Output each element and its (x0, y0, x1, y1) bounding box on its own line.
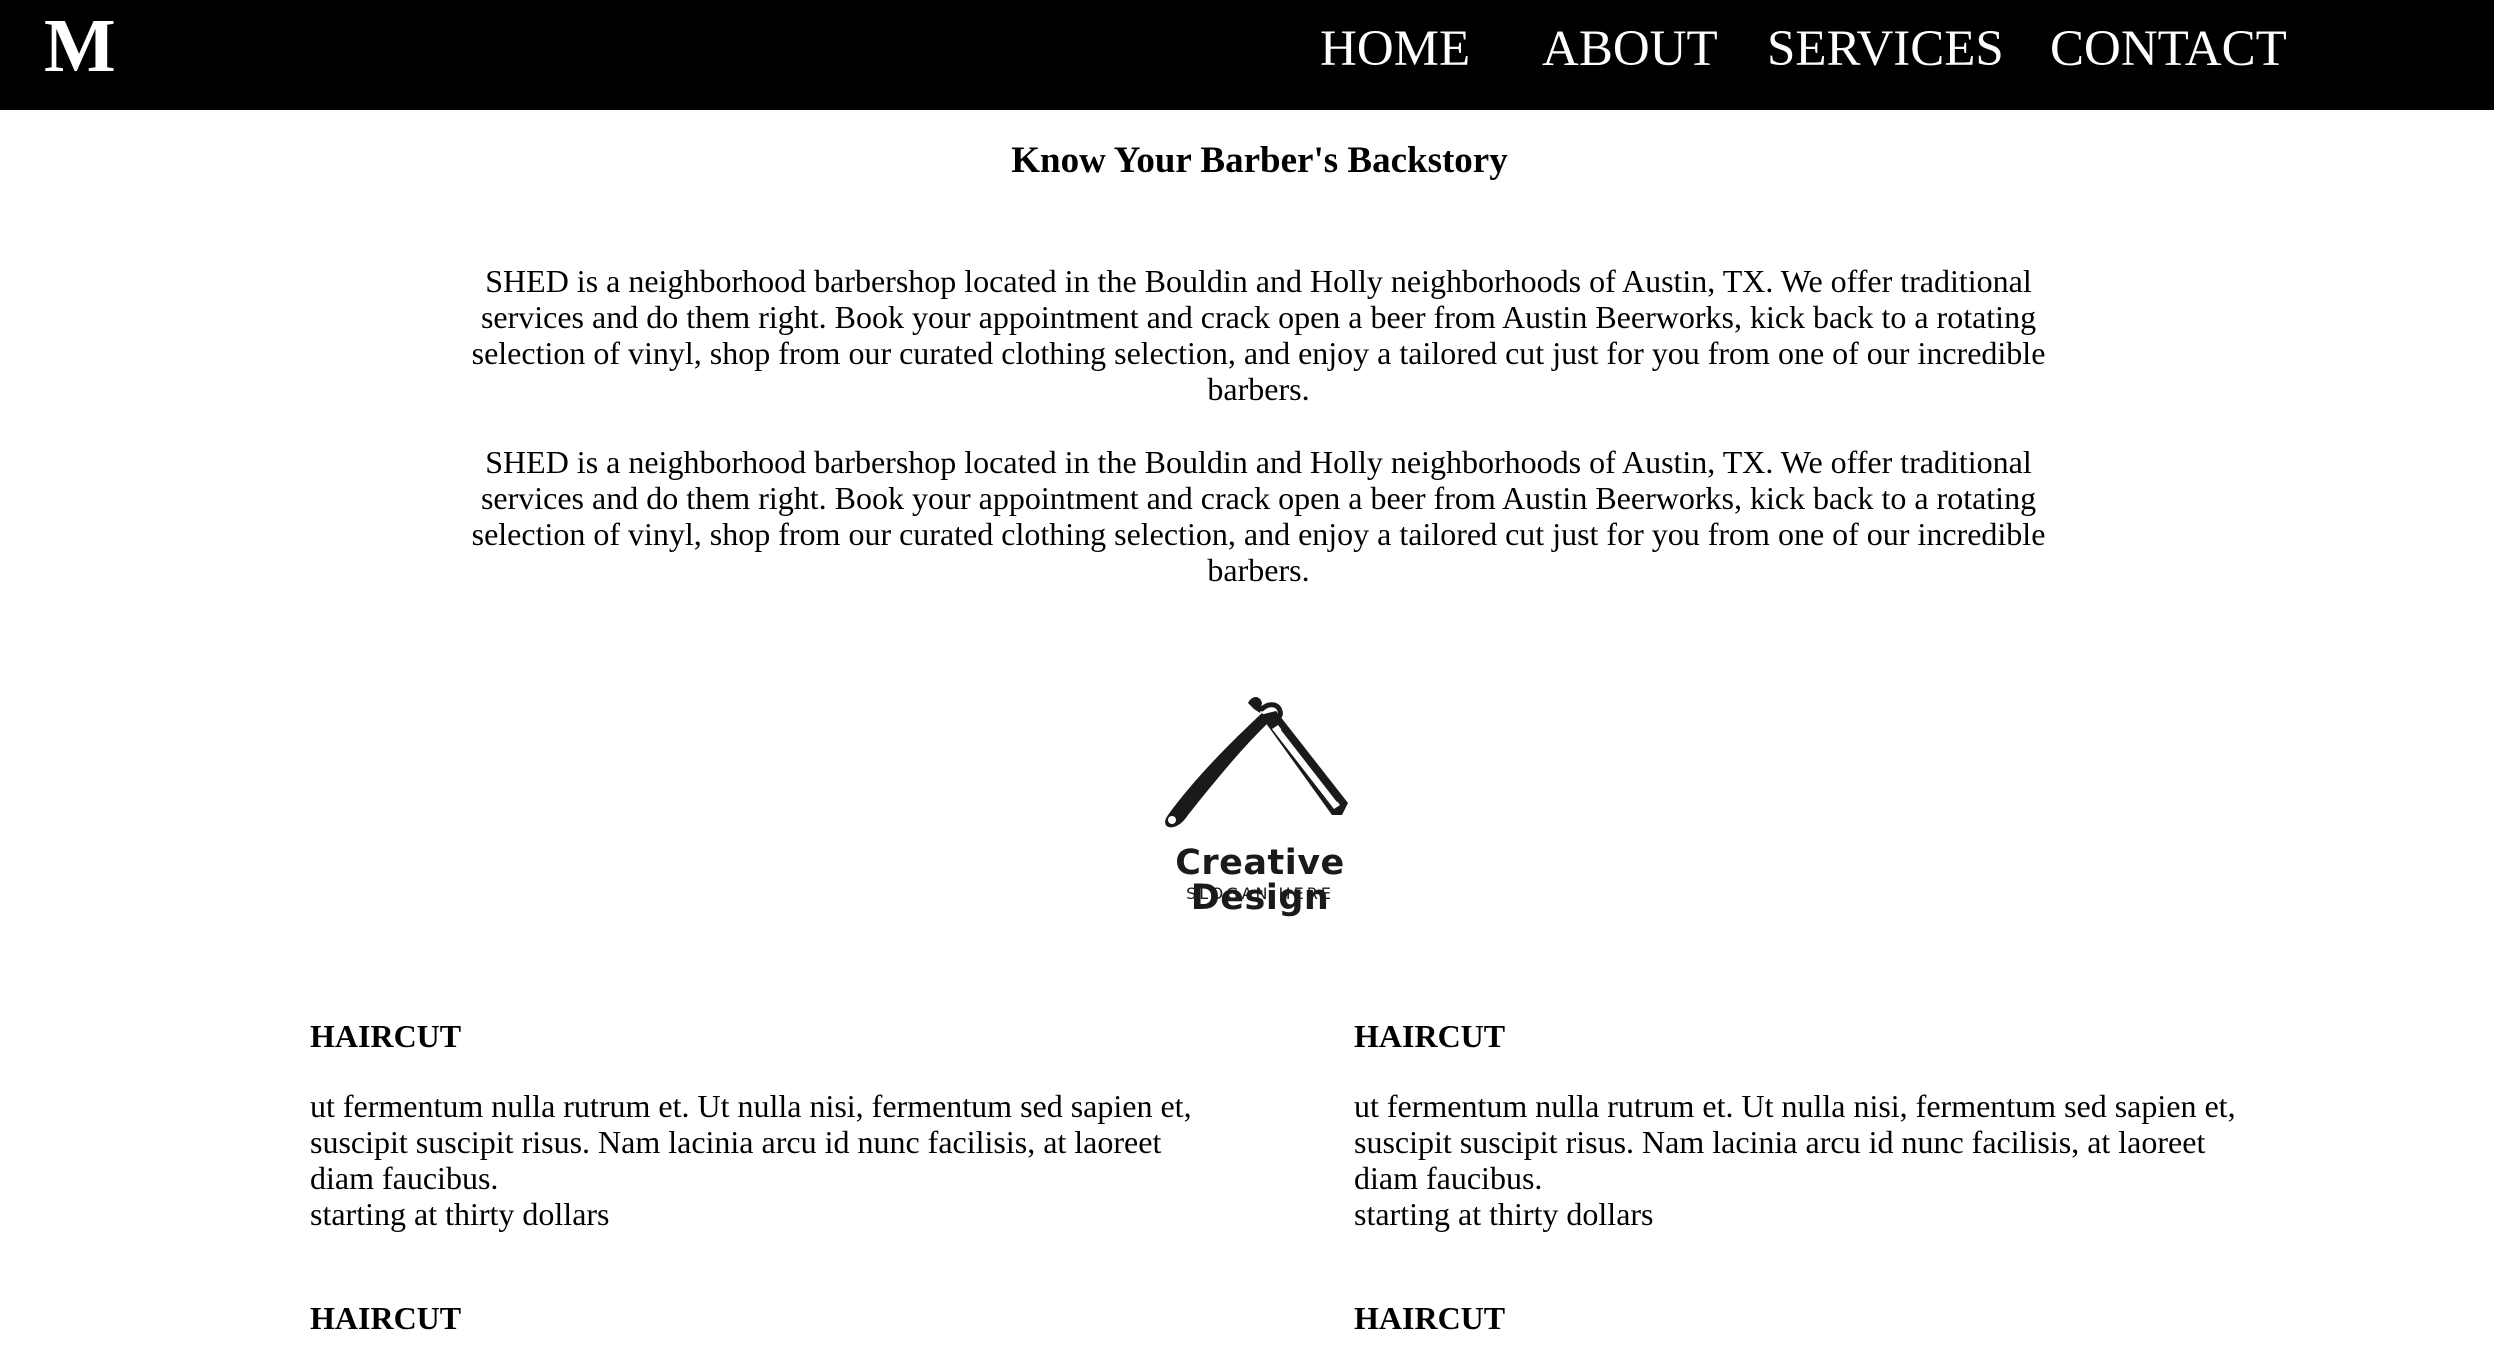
service-title: HAIRCUT (310, 1300, 462, 1336)
logo-slogan: SLOGAN HERE (1186, 884, 1334, 903)
service-card: HAIRCUT ut fermentum nulla rutrum et. Ut… (310, 1018, 1210, 1232)
service-card: HAIRCUT (1354, 1300, 2254, 1336)
nav-link-contact[interactable]: CONTACT (2050, 24, 2287, 75)
intro-paragraph: SHED is a neighborhood barbershop locate… (471, 263, 2046, 407)
logo-title: Creative Design (1175, 843, 1345, 918)
straight-razor-icon (1110, 693, 1410, 843)
page-title: Know Your Barber's Backstory (1011, 140, 1508, 181)
nav-link-services[interactable]: SERVICES (1767, 24, 2004, 75)
service-title: HAIRCUT (310, 1018, 462, 1054)
nav-link-home[interactable]: HOME (1320, 24, 1470, 75)
navbar: M HOME ABOUT SERVICES CONTACT (0, 0, 2494, 110)
creative-design-logo: Creative Design SLOGAN HERE (1110, 693, 1410, 918)
service-price: starting at thirty dollars (1354, 1196, 1654, 1232)
service-description: ut fermentum nulla rutrum et. Ut nulla n… (310, 1088, 1192, 1196)
nav-link-about[interactable]: ABOUT (1542, 24, 1718, 75)
service-title: HAIRCUT (1354, 1300, 1506, 1336)
service-title: HAIRCUT (1354, 1018, 1506, 1054)
service-description: ut fermentum nulla rutrum et. Ut nulla n… (1354, 1088, 2236, 1196)
service-card: HAIRCUT (310, 1300, 1210, 1336)
service-card: HAIRCUT ut fermentum nulla rutrum et. Ut… (1354, 1018, 2254, 1232)
brand-logo[interactable]: M (44, 8, 116, 84)
service-price: starting at thirty dollars (310, 1196, 610, 1232)
intro-paragraph: SHED is a neighborhood barbershop locate… (471, 444, 2046, 588)
